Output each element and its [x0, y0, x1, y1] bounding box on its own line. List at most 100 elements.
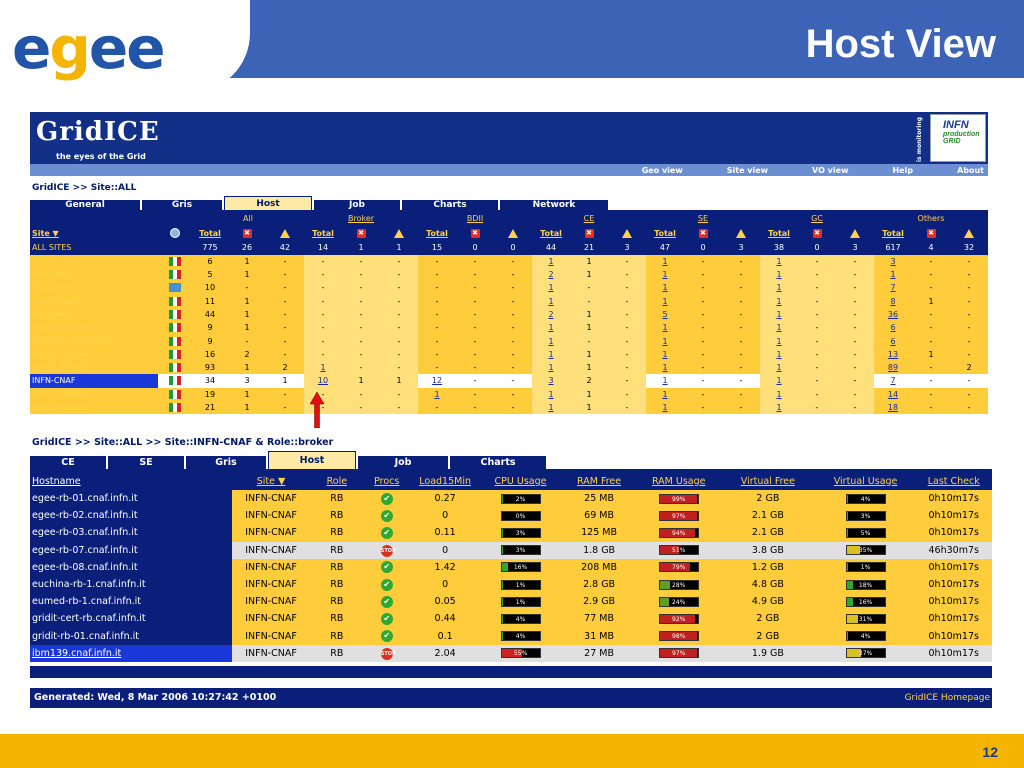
- cell-value[interactable]: 1: [760, 387, 798, 401]
- cell-link[interactable]: 1: [776, 376, 781, 385]
- column-header-role[interactable]: Role: [310, 472, 364, 490]
- host-row[interactable]: eumed-rb-1.cnaf.infn.it INFN-CNAF RB ✔ 0.05 1…: [30, 593, 992, 611]
- total-header[interactable]: Total: [418, 225, 456, 242]
- site-row[interactable]: INFN-CATANIA 93 1 2 1- - - - -1 1-1- -1- -89-2: [30, 360, 988, 375]
- cell-value[interactable]: 5: [646, 307, 684, 322]
- hostname-cell[interactable]: egee-rb-07.cnaf.infn.it: [30, 541, 232, 559]
- cell-value[interactable]: 3: [874, 254, 912, 268]
- cell-value[interactable]: 1: [646, 374, 684, 388]
- tab-network[interactable]: Network: [500, 200, 608, 210]
- column-header-label[interactable]: Virtual Usage: [834, 476, 898, 487]
- cell-link[interactable]: 6: [890, 337, 895, 346]
- detail-tab-se[interactable]: SE: [108, 456, 184, 469]
- hostname-cell[interactable]: gridit-cert-rb.cnaf.infn.it: [30, 610, 232, 628]
- detail-tab-host[interactable]: Host: [268, 451, 356, 469]
- cell-value[interactable]: 1: [646, 334, 684, 348]
- site-name[interactable]: INFN-BOLOGNA: [30, 321, 158, 335]
- cell-link[interactable]: 6: [890, 323, 895, 332]
- cell-value[interactable]: 1: [760, 281, 798, 295]
- hostname-cell[interactable]: ibm139.cnaf.infn.it: [30, 644, 232, 662]
- column-header-label[interactable]: Virtual Free: [741, 476, 795, 487]
- cell-link[interactable]: 1: [662, 350, 667, 359]
- cell-value[interactable]: 1: [646, 347, 684, 361]
- cell-link[interactable]: 10: [318, 376, 328, 385]
- cell-link[interactable]: 1: [776, 257, 781, 266]
- column-header-label[interactable]: RAM Usage: [652, 476, 706, 487]
- column-header-label[interactable]: Role: [327, 476, 347, 487]
- cell-link[interactable]: 1: [662, 376, 667, 385]
- cell-value[interactable]: 1: [646, 294, 684, 308]
- site-name[interactable]: INFN-BARI: [30, 307, 158, 322]
- site-name[interactable]: CNR-ILC-PISA: [30, 254, 158, 268]
- total-label[interactable]: Total: [312, 229, 334, 238]
- cell-value[interactable]: 6: [874, 321, 912, 335]
- site-name[interactable]: ESA-ESRIN: [30, 281, 158, 295]
- cell-link[interactable]: 1: [662, 283, 667, 292]
- site-row[interactable]: INFN-BARI 44 1- - - - - - -2 1-5- -1- -36- -: [30, 307, 988, 322]
- cell-value[interactable]: 2: [532, 307, 570, 322]
- column-header-label[interactable]: CPU Usage: [495, 476, 547, 487]
- nav-link-site-view[interactable]: Site view: [727, 166, 768, 175]
- cell-value[interactable]: 1: [646, 281, 684, 295]
- cell-value[interactable]: 7: [874, 374, 912, 388]
- nav-link-vo-view[interactable]: VO view: [812, 166, 848, 175]
- nav-link-about[interactable]: About: [957, 166, 984, 175]
- hostname-cell[interactable]: egee-rb-03.cnaf.infn.it: [30, 524, 232, 542]
- cell-link[interactable]: 1: [776, 363, 781, 372]
- cell-value[interactable]: 1: [760, 254, 798, 268]
- cell-link[interactable]: 2: [548, 270, 553, 279]
- site-row[interactable]: INFN-BOLOGNA 9 1- - - - - - -1 1-1- -1- -6- -: [30, 321, 988, 335]
- cell-link[interactable]: 7: [890, 283, 895, 292]
- total-header[interactable]: Total: [304, 225, 342, 242]
- site-name[interactable]: INFN-CAGLIARI: [30, 347, 158, 361]
- cell-link[interactable]: 3: [890, 257, 895, 266]
- host-row[interactable]: egee-rb-03.cnaf.infn.it INFN-CNAF RB ✔ 0.11 3…: [30, 524, 992, 542]
- cell-link[interactable]: 1: [776, 390, 781, 399]
- site-row[interactable]: CNR-ILC-PISA 6 1- - - - - - -1 1-1- -1- -3- -: [30, 254, 988, 268]
- cell-link[interactable]: 1: [548, 363, 553, 372]
- cell-link[interactable]: 8: [890, 297, 895, 306]
- group-gc[interactable]: GC: [760, 212, 874, 226]
- total-header[interactable]: Total: [646, 225, 684, 242]
- cell-link[interactable]: 1: [776, 310, 781, 319]
- column-header-virtual-free[interactable]: Virtual Free: [720, 472, 816, 490]
- site-name[interactable]: INFN-FERRARA: [30, 387, 158, 401]
- column-header-label[interactable]: Procs: [374, 476, 399, 487]
- cell-link[interactable]: 1: [890, 270, 895, 279]
- cell-link[interactable]: 1: [776, 270, 781, 279]
- cell-link[interactable]: 1: [548, 403, 553, 412]
- group-label[interactable]: CE: [584, 214, 595, 223]
- cell-value[interactable]: 1: [532, 254, 570, 268]
- cell-value[interactable]: 6: [874, 334, 912, 348]
- site-sort-header[interactable]: Site ▼: [30, 225, 158, 242]
- cell-link[interactable]: 1: [662, 323, 667, 332]
- cell-link[interactable]: 1: [548, 283, 553, 292]
- cell-link[interactable]: 1: [548, 297, 553, 306]
- cell-link[interactable]: 1: [662, 257, 667, 266]
- cell-link[interactable]: 1: [662, 390, 667, 399]
- site-row[interactable]: INAF-Trieste 11 1- - - - - - -1- -1- -1- -8 1-: [30, 294, 988, 308]
- site-name[interactable]: ALL SITES: [30, 241, 158, 255]
- cell-link[interactable]: 18: [888, 403, 898, 412]
- group-se[interactable]: SE: [646, 212, 760, 226]
- cell-link[interactable]: 14: [888, 390, 898, 399]
- hostname-cell[interactable]: egee-rb-02.cnaf.infn.it: [30, 507, 232, 525]
- total-label[interactable]: Total: [426, 229, 448, 238]
- cell-value[interactable]: 1: [760, 307, 798, 322]
- cell-link[interactable]: 1: [320, 363, 325, 372]
- column-header-label[interactable]: Hostname: [32, 476, 81, 487]
- cell-link[interactable]: 12: [432, 376, 442, 385]
- column-header-procs[interactable]: Procs: [363, 472, 411, 490]
- cell-link[interactable]: 1: [548, 350, 553, 359]
- nav-link-geo-view[interactable]: Geo view: [642, 166, 683, 175]
- group-label[interactable]: Broker: [348, 214, 374, 223]
- cell-link[interactable]: 1: [662, 297, 667, 306]
- site-name[interactable]: INFN-BOLOGNA-CMS: [30, 334, 158, 348]
- cell-link[interactable]: 7: [890, 376, 895, 385]
- tab-gris[interactable]: Gris: [142, 200, 222, 210]
- group-label[interactable]: GC: [811, 214, 823, 223]
- total-label[interactable]: Total: [882, 229, 904, 238]
- group-broker[interactable]: Broker: [304, 212, 418, 226]
- cell-value[interactable]: 18: [874, 400, 912, 415]
- cell-link[interactable]: 1: [776, 297, 781, 306]
